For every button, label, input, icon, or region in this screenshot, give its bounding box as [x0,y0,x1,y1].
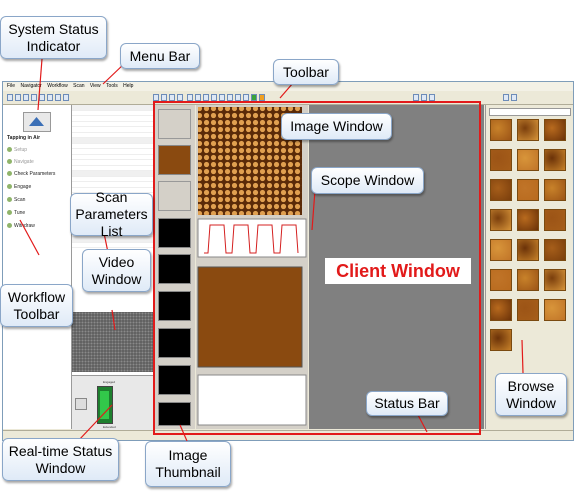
callout-menu-bar: Menu Bar [120,43,200,69]
callout-scan-parameters: Scan Parameters List [70,189,153,239]
callout-system-status: System Status Indicator [0,16,107,59]
leader-video-window [111,309,116,331]
leader-status-bar [417,414,428,433]
callout-workflow-toolbar: Workflow Toolbar [0,284,73,327]
leader-image-thumbnail [179,424,188,442]
callout-realtime-status: Real-time Status Window [2,438,119,481]
callout-image-thumbnail: Image Thumbnail [145,441,231,487]
callout-video-window: Video Window [82,249,151,292]
callout-scope-window: Scope Window [311,167,424,194]
leader-toolbar [279,82,294,99]
callout-toolbar: Toolbar [273,59,339,85]
leader-browse-window [521,339,524,374]
callout-image-window: Image Window [281,113,392,140]
callout-status-bar: Status Bar [366,391,448,416]
leader-workflow-toolbar [19,219,40,256]
leader-system-status [37,58,43,111]
leader-realtime-status [77,404,113,442]
callout-browse-window: Browse Window [495,373,567,416]
